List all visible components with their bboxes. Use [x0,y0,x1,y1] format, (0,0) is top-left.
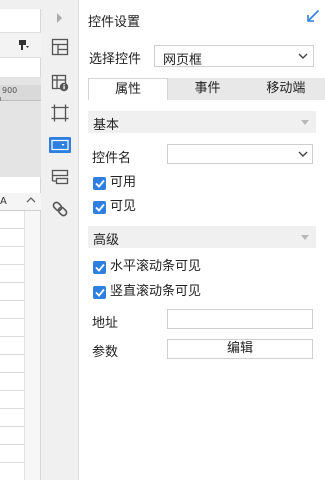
sheet-rows[interactable] [0,211,24,480]
panel-title: 控件设置 [88,15,141,30]
params-label: 参数 [92,345,119,360]
link-icon[interactable] [50,199,70,219]
vertical-scrollbar[interactable] [24,211,40,480]
basic-section-title: 基本 [93,118,120,133]
widget-settings-icon[interactable] [49,137,71,153]
format-painter-icon[interactable] [18,39,30,51]
collapse-triangle-icon[interactable] [301,120,309,125]
sheet-row[interactable] [0,301,24,319]
address-input[interactable] [167,309,313,329]
checkmark-icon[interactable] [93,200,106,214]
advanced-section-header[interactable]: 高级 [88,226,316,248]
select-widget-dropdown[interactable]: 网页框 [154,45,314,68]
sheet-row[interactable] [0,247,24,265]
settings-icon-sidebar [41,0,79,480]
checkmark-icon[interactable] [93,176,106,190]
collapse-panel-icon[interactable] [306,9,320,23]
horizontal-scrollbar-label: 水平滚动条可见 [110,259,202,274]
crop-frame-icon[interactable] [50,103,70,123]
horizontal-scrollbar-checkbox[interactable]: 水平滚动条可见 [93,260,201,274]
enabled-label: 可用 [110,175,137,190]
scroll-up-button[interactable] [24,195,38,209]
settings-tabs: 属性 事件 移动端 [88,78,325,100]
sheet-row[interactable] [0,265,24,283]
sheet-row[interactable] [0,337,24,355]
ruler-tick [0,97,1,101]
sheet-row[interactable] [0,373,24,391]
chevron-down-icon[interactable] [294,145,312,163]
visible-checkbox[interactable]: 可见 [93,200,136,214]
sheet-row[interactable] [0,229,24,247]
sheet-row[interactable] [0,211,24,229]
sheet-row[interactable] [0,409,24,427]
tab-events[interactable]: 事件 [168,78,246,100]
vertical-scrollbar-label: 竖直滚动条可见 [110,284,202,299]
widget-settings-panel: 控件设置 选择控件 网页框 属性 事件 移动端 基本 控件名 可用 可见 高级 … [79,0,325,480]
edit-params-button[interactable]: 编辑 [167,339,313,359]
component-info-icon[interactable] [50,73,70,93]
checkmark-icon[interactable] [93,285,106,299]
editor-canvas: 900 A [0,0,41,480]
layout-icon[interactable] [50,37,70,57]
tab-mobile[interactable]: 移动端 [247,78,325,100]
canvas-top-bar [0,0,41,9]
tab-properties[interactable]: 属性 [88,78,169,100]
chevron-down-icon[interactable] [293,46,313,66]
sheet-row[interactable] [0,427,24,445]
select-widget-label: 选择控件 [89,52,142,67]
select-widget-value: 网页框 [163,53,203,68]
sheet-row[interactable] [0,283,24,301]
vertical-scrollbar-checkbox[interactable]: 竖直滚动条可见 [93,285,201,299]
sheet-row[interactable] [0,319,24,337]
sheet-row[interactable] [0,355,24,373]
basic-section-header[interactable]: 基本 [88,111,316,133]
advanced-section-title: 高级 [93,233,120,248]
chevron-up-icon [26,197,36,203]
expand-arrow-icon[interactable] [55,12,63,24]
enabled-checkbox[interactable]: 可用 [93,176,136,190]
widget-name-field[interactable] [167,144,313,164]
column-letter[interactable]: A [0,196,7,207]
sheet-row[interactable] [0,391,24,409]
visible-label: 可见 [110,199,137,214]
address-label: 地址 [92,316,119,331]
widget-name-label: 控件名 [92,151,132,166]
collapse-triangle-icon[interactable] [301,235,309,240]
checkmark-icon[interactable] [93,260,106,274]
form-list-icon[interactable] [50,167,70,187]
sheet-row[interactable] [0,445,24,463]
ruler-value: 900 [2,86,18,95]
